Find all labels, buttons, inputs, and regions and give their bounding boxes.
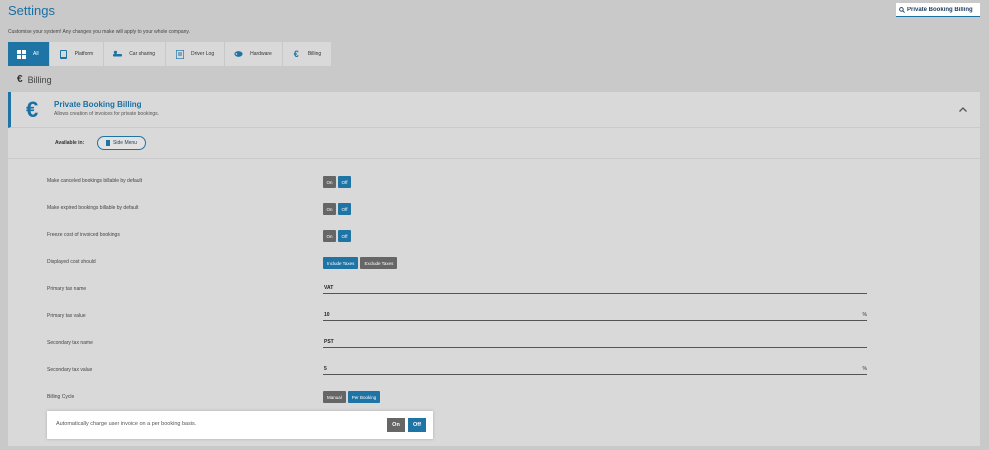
on-button[interactable]: On <box>323 203 336 215</box>
field-value: PST <box>324 339 334 345</box>
section-title: Billing <box>27 74 52 85</box>
chevron-up-icon[interactable] <box>959 104 967 114</box>
freeze-cost-label: Freeze cost of invoiced bookings <box>47 232 120 238</box>
on-button[interactable]: On <box>387 418 405 432</box>
off-button[interactable]: Off <box>338 176 351 188</box>
hardware-icon <box>234 50 243 59</box>
primary-tax-value-input[interactable]: 10 % <box>323 311 867 321</box>
tablet-icon <box>106 140 111 146</box>
canceled-billable-label: Make canceled bookings billable by defau… <box>47 178 143 184</box>
off-button[interactable]: Off <box>408 418 426 432</box>
auto-charge-popup: Automatically charge user invoice on a p… <box>47 411 433 439</box>
tab-label: All <box>33 51 39 57</box>
tab-label: Hardware <box>250 51 272 57</box>
tab-hardware[interactable]: Hardware <box>225 42 283 66</box>
search-input[interactable] <box>907 6 977 13</box>
tab-label: Billing <box>307 51 322 57</box>
field-value: 10 <box>324 312 330 318</box>
percent-unit: % <box>862 312 867 318</box>
field-value: 5 <box>324 366 327 372</box>
panel-description: Allows creation of invoices for private … <box>54 111 160 117</box>
field-value: VAT <box>324 285 334 291</box>
log-icon <box>175 49 184 59</box>
primary-tax-name-label: Primary tax name <box>47 286 87 292</box>
side-menu-pill[interactable]: Side Menu <box>97 136 146 150</box>
secondary-tax-name-input[interactable]: PST <box>323 338 867 348</box>
include-taxes-button[interactable]: Include Taxes <box>323 257 359 269</box>
tab-billing[interactable]: € Billing <box>283 42 331 66</box>
exclude-taxes-button[interactable]: Exclude Taxes <box>360 257 398 269</box>
displayed-cost-toggle: Include Taxes Exclude Taxes <box>323 257 398 269</box>
secondary-tax-name-label: Secondary tax name <box>47 340 93 346</box>
canceled-billable-toggle: On Off <box>323 176 351 188</box>
category-tabs: All Platform Car sharing Driver Log Hard… <box>8 42 332 66</box>
panel-header[interactable]: € Private Booking Billing Allows creatio… <box>8 92 980 128</box>
per-booking-button[interactable]: Per Booking <box>347 391 381 403</box>
pill-label: Side Menu <box>113 140 137 146</box>
on-button[interactable]: On <box>323 230 336 242</box>
tab-label: Car sharing <box>129 51 156 57</box>
expired-billable-label: Make expired bookings billable by defaul… <box>47 205 139 211</box>
search-icon <box>899 6 905 13</box>
grid-icon <box>17 49 26 59</box>
tab-all[interactable]: All <box>8 42 50 66</box>
freeze-cost-toggle: On Off <box>323 230 351 242</box>
available-label: Available in: <box>55 140 85 146</box>
header: Settings <box>0 0 989 22</box>
availability-row: Available in: Side Menu <box>8 128 980 159</box>
car-sharing-icon <box>113 50 123 59</box>
tab-car-sharing[interactable]: Car sharing <box>104 42 167 66</box>
on-button[interactable]: On <box>323 176 336 188</box>
page-subtitle: Customise your system! Any changes you m… <box>8 29 190 35</box>
euro-icon: € <box>17 74 23 85</box>
manual-button[interactable]: Manual <box>323 391 346 403</box>
billing-cycle-label: Billing Cycle <box>47 394 75 400</box>
auto-charge-label: Automatically charge user invoice on a p… <box>56 421 197 427</box>
off-button[interactable]: Off <box>338 203 351 215</box>
page-title: Settings <box>8 3 55 18</box>
euro-icon: € <box>293 49 299 59</box>
percent-unit: % <box>862 366 867 372</box>
settings-panel: € Private Booking Billing Allows creatio… <box>8 92 980 446</box>
primary-tax-name-input[interactable]: VAT <box>323 284 867 294</box>
tablet-icon <box>59 49 68 59</box>
secondary-tax-value-label: Secondary tax value <box>47 367 93 373</box>
search-box[interactable] <box>896 3 980 17</box>
panel-title: Private Booking Billing <box>54 100 142 109</box>
expired-billable-toggle: On Off <box>323 203 351 215</box>
tab-label: Platform <box>74 51 94 57</box>
tab-platform[interactable]: Platform <box>50 42 105 66</box>
euro-icon: € <box>26 97 39 122</box>
primary-tax-value-label: Primary tax value <box>47 313 86 319</box>
tab-driver-log[interactable]: Driver Log <box>166 42 226 66</box>
displayed-cost-label: Displayed cost should <box>47 259 96 265</box>
billing-cycle-toggle: Manual Per Booking <box>323 391 381 403</box>
off-button[interactable]: Off <box>338 230 351 242</box>
section-heading: € Billing <box>17 74 52 85</box>
secondary-tax-value-input[interactable]: 5 % <box>323 365 867 375</box>
tab-label: Driver Log <box>191 51 215 57</box>
